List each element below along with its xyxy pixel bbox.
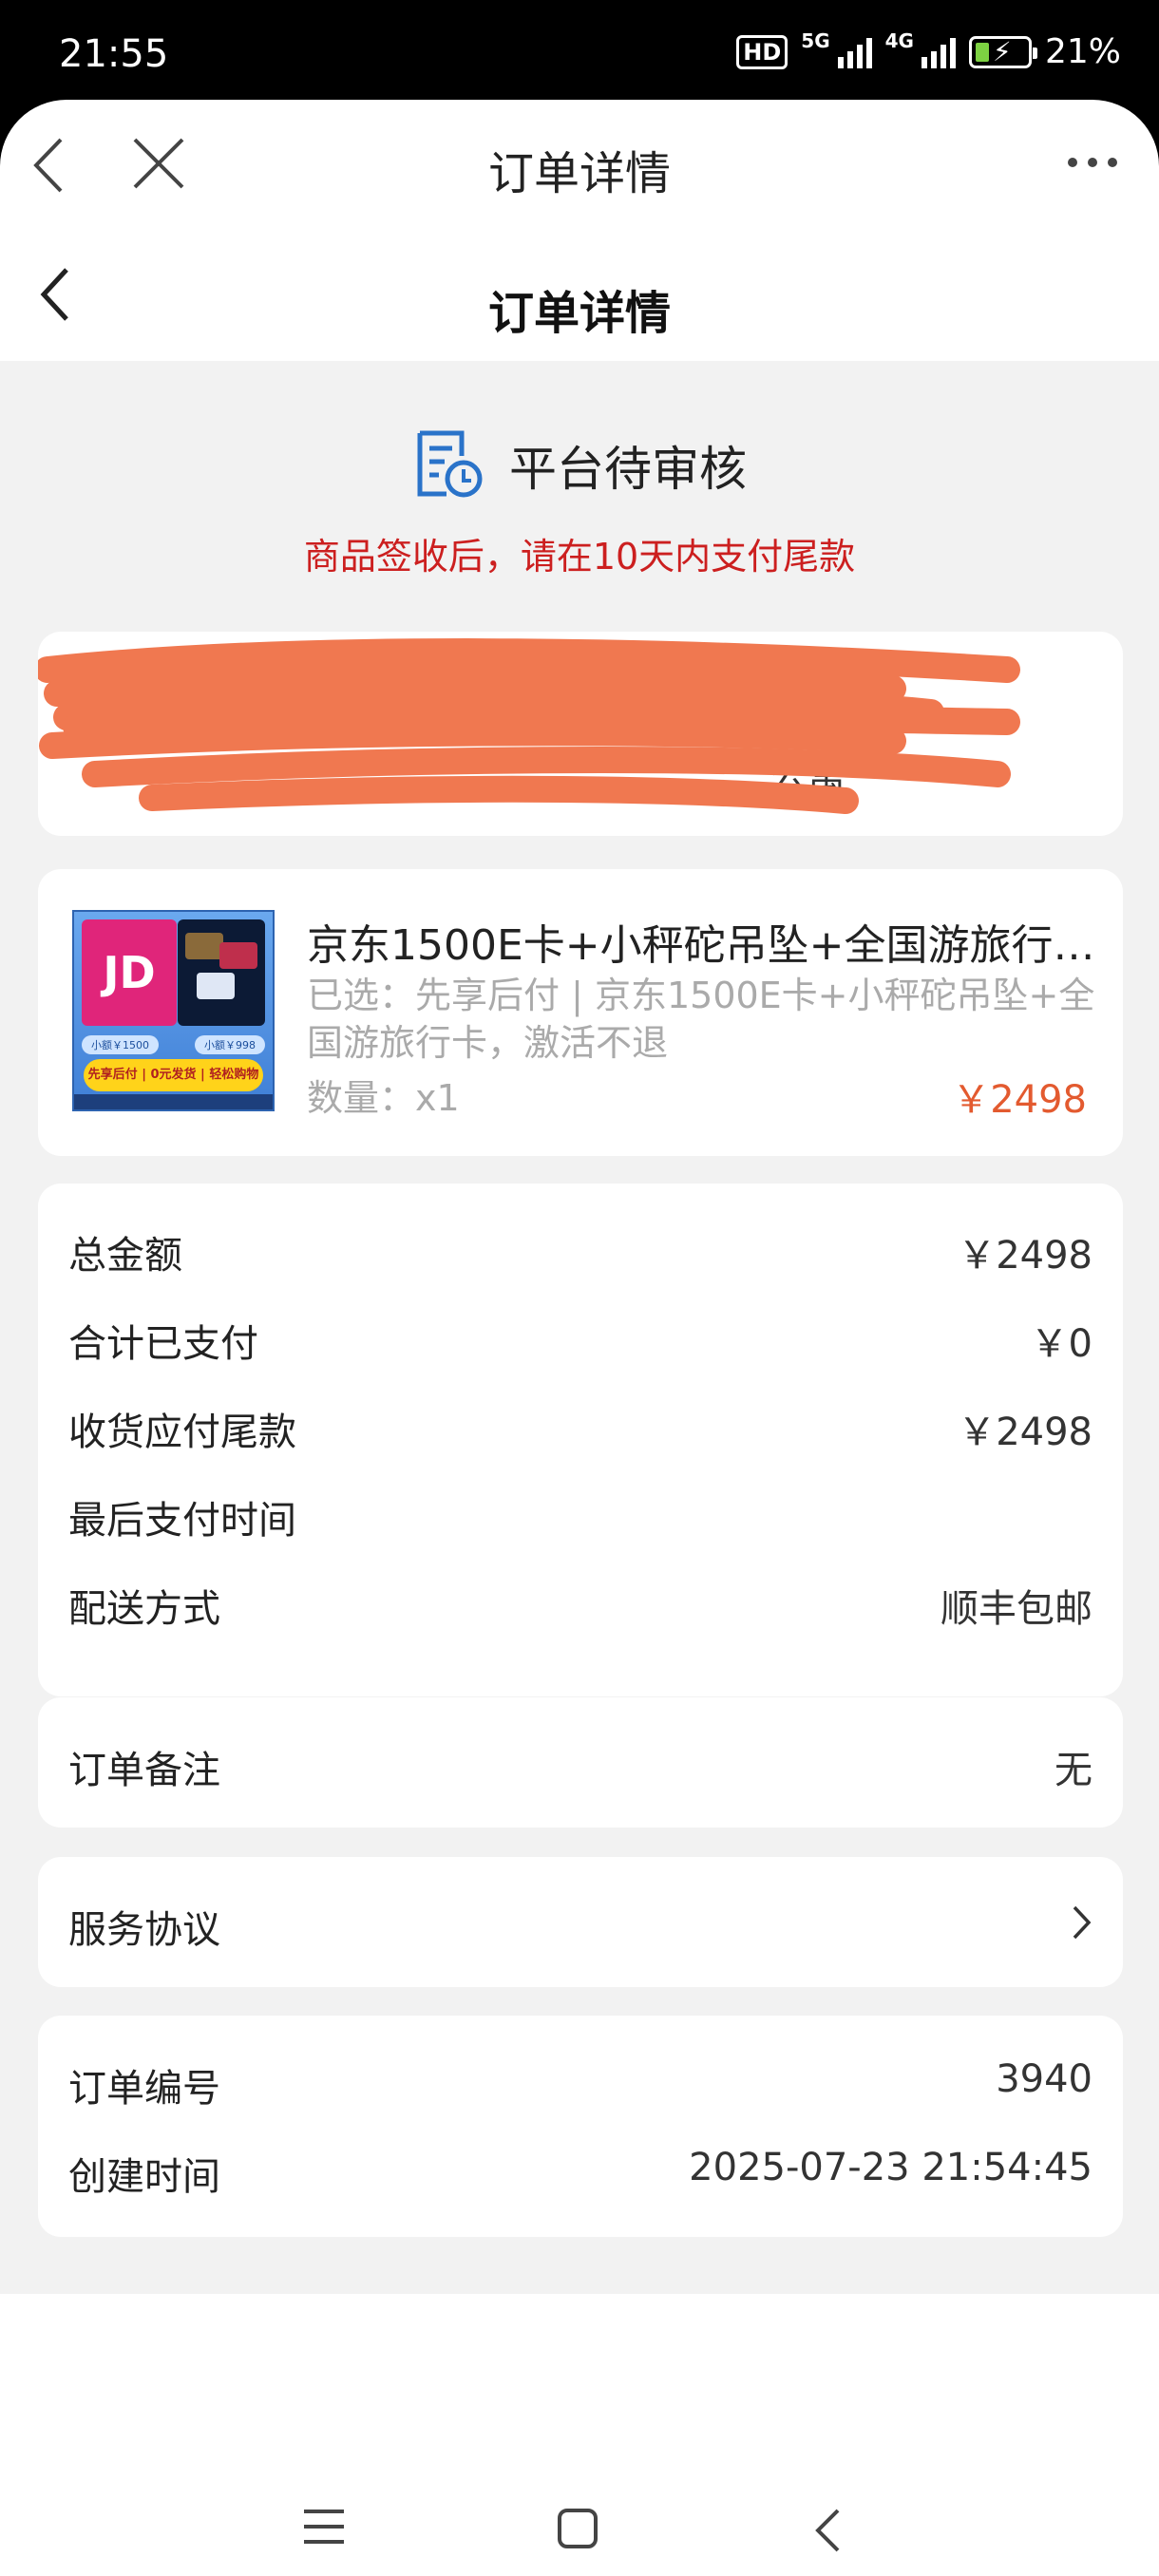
product-quantity: 数量：x1 bbox=[307, 1077, 460, 1119]
row-created-time: 创建时间 2025-07-23 21:54:45 bbox=[68, 2146, 1092, 2201]
thumb-pill-left: 小额￥1500 bbox=[82, 1035, 159, 1054]
network-4g-label: 4G bbox=[884, 28, 914, 52]
browser-title: 订单详情 bbox=[487, 147, 671, 200]
product-price: ￥2498 bbox=[952, 1078, 1087, 1122]
payment-summary-card: 总金额 ￥2498 合计已支付 ￥0 收货应付尾款 ￥2498 最后支付时间 配… bbox=[38, 1184, 1123, 1696]
row-value: 2025-07-23 21:54:45 bbox=[689, 2146, 1092, 2189]
product-name: 京东1500E卡+小秤砣吊坠+全国游旅行卡，激活不退 bbox=[307, 921, 1095, 970]
status-bar: 21:55 HD 5G 4G ⚡ 21% bbox=[0, 0, 1159, 109]
row-order-remark: 订单备注 无 bbox=[68, 1739, 1092, 1794]
row-order-number: 订单编号 3940 bbox=[68, 2057, 1092, 2112]
row-last-payment-time: 最后支付时间 bbox=[68, 1489, 1092, 1544]
row-value: 无 bbox=[1054, 1749, 1092, 1792]
status-label: 平台待审核 bbox=[509, 442, 747, 497]
row-value: ￥2498 bbox=[958, 1411, 1092, 1454]
battery-icon: ⚡ bbox=[968, 35, 1037, 68]
hd-badge: HD bbox=[736, 34, 788, 69]
document-clock-icon bbox=[412, 427, 484, 503]
address-card[interactable]: 公寓 bbox=[38, 632, 1123, 836]
row-label: 服务协议 bbox=[68, 1908, 220, 1952]
page-title: 订单详情 bbox=[487, 287, 671, 340]
home-icon[interactable] bbox=[557, 2508, 598, 2553]
product-cards-image bbox=[178, 919, 265, 1026]
row-delivery-method: 配送方式 顺丰包邮 bbox=[68, 1578, 1092, 1633]
row-label: 配送方式 bbox=[68, 1587, 220, 1631]
back-icon[interactable] bbox=[813, 2508, 842, 2557]
row-label: 订单编号 bbox=[68, 2067, 220, 2111]
row-label: 收货应付尾款 bbox=[68, 1411, 296, 1454]
product-card[interactable]: JD 小额￥1500 小额￥998 先享后付 | 0元发货 | 轻松购物 京东1… bbox=[38, 869, 1123, 1156]
bottom-nav-bar bbox=[0, 2294, 1159, 2576]
redaction-scribble bbox=[38, 638, 1020, 814]
jd-card-logo: JD bbox=[82, 919, 177, 1026]
row-label: 订单备注 bbox=[68, 1749, 220, 1792]
row-label: 合计已支付 bbox=[68, 1322, 258, 1366]
product-spec: 已选：先享后付 | 京东1500E卡+小秤砣吊坠+全国游旅行卡，激活不退 bbox=[307, 975, 1095, 1064]
row-value: 顺丰包邮 bbox=[940, 1587, 1092, 1631]
order-content: 平台待审核 商品签收后，请在10天内支付尾款 公寓 JD 小额￥1500 小额￥… bbox=[0, 361, 1159, 2294]
browser-toolbar: 订单详情 bbox=[0, 100, 1159, 209]
thumb-footer bbox=[74, 1094, 273, 1109]
row-label: 总金额 bbox=[68, 1234, 182, 1278]
order-remark-card: 订单备注 无 bbox=[38, 1697, 1123, 1828]
chevron-right-icon bbox=[1072, 1899, 1092, 1954]
row-value: ￥2498 bbox=[958, 1234, 1092, 1278]
row-service-agreement[interactable]: 服务协议 bbox=[68, 1899, 1092, 1954]
status-note: 商品签收后，请在10天内支付尾款 bbox=[303, 536, 856, 578]
order-status: 平台待审核 bbox=[0, 427, 1159, 503]
network-5g-label: 5G bbox=[801, 28, 830, 52]
thumb-banner: 先享后付 | 0元发货 | 轻松购物 bbox=[84, 1059, 263, 1091]
status-icons: HD 5G 4G ⚡ 21% bbox=[736, 28, 1121, 71]
service-agreement-card[interactable]: 服务协议 bbox=[38, 1857, 1123, 1987]
menu-icon[interactable] bbox=[302, 2508, 346, 2549]
status-time: 21:55 bbox=[59, 32, 169, 76]
row-value: 3940 bbox=[996, 2057, 1092, 2101]
row-label: 创建时间 bbox=[68, 2155, 220, 2199]
thumb-pill-right: 小额￥998 bbox=[195, 1035, 265, 1054]
more-dots-icon[interactable] bbox=[1066, 155, 1119, 173]
row-total-amount: 总金额 ￥2498 bbox=[68, 1224, 1092, 1279]
product-thumbnail: JD 小额￥1500 小额￥998 先享后付 | 0元发货 | 轻松购物 bbox=[72, 910, 275, 1111]
signal-icon-2 bbox=[921, 36, 956, 68]
thumb-pills: 小额￥1500 小额￥998 bbox=[82, 1035, 265, 1054]
page-header: 订单详情 bbox=[0, 209, 1159, 361]
row-label: 最后支付时间 bbox=[68, 1499, 296, 1543]
order-info-card: 订单编号 3940 创建时间 2025-07-23 21:54:45 bbox=[38, 2016, 1123, 2237]
signal-icon bbox=[837, 36, 872, 68]
row-balance-due: 收货应付尾款 ￥2498 bbox=[68, 1401, 1092, 1456]
battery-percent: 21% bbox=[1044, 32, 1121, 71]
row-value: ￥0 bbox=[1030, 1322, 1092, 1366]
row-paid-amount: 合计已支付 ￥0 bbox=[68, 1313, 1092, 1368]
